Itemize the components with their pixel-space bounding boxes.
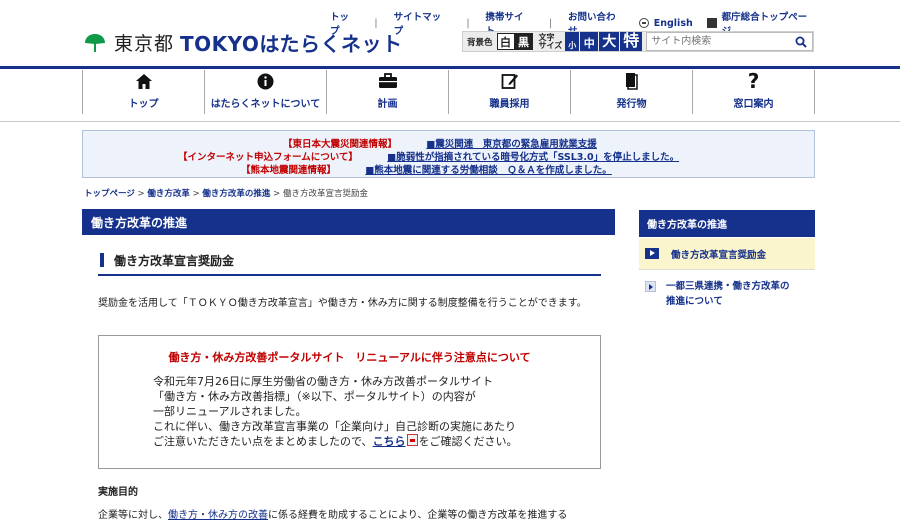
logo-gov-text: 東京都 [114, 33, 175, 55]
sub-heading-text: 働き方改革宣言奨励金 [114, 253, 235, 268]
portal-notice-title: 働き方・休み方改善ポータルサイト リニューアルに伴う注意点について [168, 351, 531, 364]
breadcrumb-l1[interactable]: 働き方改革 [147, 189, 190, 199]
pdf-icon [406, 434, 418, 446]
utility-link-english[interactable]: English [638, 17, 693, 29]
edit-icon [501, 71, 519, 91]
section-text: 企業等に対し、働き方・休み方の改善に係る経費を助成することにより、企業等の働き方… [98, 509, 567, 523]
side-nav-label: 推進について [666, 296, 723, 307]
page-heading: 働き方改革の推進 [82, 209, 615, 235]
nav-label: 計画 [377, 99, 398, 110]
nav-item-about[interactable]: はたらくネットについて [204, 70, 326, 114]
breadcrumb-home[interactable]: トップページ [84, 189, 135, 199]
portal-notice-line: ご注意いただきたい点をまとめましたので、こちら をご確認ください。 [153, 434, 518, 449]
nav-item-top[interactable]: トップ [82, 70, 204, 114]
side-nav-item-regional[interactable]: 一都三県連携・働き方改革の 推進について [639, 279, 815, 309]
accessibility-tools: 背景色 白 黒 文字 サイズ 小 中 大 特 [462, 31, 814, 52]
side-nav-item-current[interactable]: 働き方改革宣言奨励金 [639, 238, 815, 270]
font-size-small-button[interactable]: 小 [565, 32, 580, 51]
nav-item-recruit[interactable]: 職員採用 [448, 70, 570, 114]
arrow-right-icon [645, 281, 656, 292]
bg-black-button[interactable]: 黒 [514, 33, 533, 50]
bg-white-button[interactable]: 白 [496, 33, 515, 50]
side-nav-heading: 働き方改革の推進 [639, 210, 815, 237]
nav-label: 発行物 [616, 99, 647, 110]
search-icon [795, 36, 807, 48]
home-icon [135, 71, 153, 91]
font-size-medium-button[interactable]: 中 [580, 32, 599, 51]
nav-item-publications[interactable]: 発行物 [570, 70, 692, 114]
notice-link[interactable]: ■熊本地震に関連する労働相談 Ｑ＆Ａを作成しました。 [365, 165, 611, 176]
english-label: English [653, 17, 693, 29]
nav-label: 職員採用 [489, 99, 530, 110]
font-size-label: 文字 サイズ [537, 33, 565, 50]
notice-row: 【熊本地震関連情報】 ■熊本地震に関連する労働相談 Ｑ＆Ａを作成しました。 [241, 162, 612, 176]
breadcrumb-current: 働き方改革宣言奨励金 [282, 189, 368, 199]
nav-label: トップ [128, 99, 159, 110]
nav-item-counter[interactable]: ? 窓口案内 [692, 69, 815, 114]
main-nav: トップ はたらくネットについて 計画 職員採用 発行物 ? 窓口案内 [82, 69, 815, 114]
section-link[interactable]: 働き方・休み方の改善 [168, 510, 268, 521]
heading-bar [100, 253, 104, 267]
briefcase-icon [378, 71, 398, 91]
page: トップ | サイトマップ | 携帯サイト | お問い合わせ English 都庁… [0, 0, 900, 525]
portal-notice-box: 働き方・休み方改善ポータルサイト リニューアルに伴う注意点について 令和元年7月… [98, 335, 601, 469]
nav-label: 窓口案内 [733, 99, 774, 110]
notice-category: 【熊本地震関連情報】 [241, 165, 337, 176]
font-size-extra-button[interactable]: 特 [620, 31, 643, 51]
info-icon [257, 71, 274, 91]
separator: | [548, 17, 553, 29]
search-input[interactable] [647, 33, 790, 50]
portal-notice-body: 令和元年7月26日に厚生労働省の働き方・休み方改善ポータルサイト 「働き方・休み… [153, 374, 518, 449]
ginkgo-logo-icon [85, 33, 105, 52]
separator: | [466, 17, 470, 29]
font-size-label-line2: サイズ [538, 40, 563, 50]
here-link[interactable]: こちら [373, 435, 406, 448]
section-text-post: に係る経費を助成することにより、企業等の働き方改革を推進する [268, 510, 568, 521]
breadcrumb-sep: > [137, 189, 145, 199]
bg-color-label: 背景色 [467, 37, 493, 48]
sub-heading: 働き方改革宣言奨励金 [98, 252, 601, 276]
portal-notice-line: これに伴い、働き方改革宣言事業の「企業向け」自己診断の実施にあたり [153, 420, 516, 433]
portal-notice-line-pre: ご注意いただきたい点をまとめましたので、 [153, 435, 373, 448]
arrow-right-icon [645, 248, 659, 259]
header-rule [0, 66, 900, 69]
search-button[interactable] [790, 34, 812, 49]
section-text-pre: 企業等に対し、 [98, 510, 168, 521]
site-logo[interactable]: 東京都 TOKYOはたらくネット [84, 28, 403, 57]
site-search [646, 32, 813, 51]
breadcrumb: トップページ > 働き方改革 > 働き方改革の推進 > 働き方改革宣言奨励金 [84, 187, 368, 199]
nav-label: はたらくネットについて [210, 99, 321, 110]
book-icon [624, 71, 639, 91]
breadcrumb-sep: > [273, 189, 281, 199]
side-nav-label: 働き方改革宣言奨励金 [671, 249, 767, 261]
logo-site-name: TOKYOはたらくネット [180, 32, 403, 56]
nav-rule [0, 121, 900, 122]
nav-item-plan[interactable]: 計画 [326, 70, 448, 114]
portal-notice-line: 一部リニューアルされました。 [153, 405, 307, 418]
globe-icon [638, 18, 649, 28]
portal-notice-line: 令和元年7月26日に厚生労働省の働き方・休み方改善ポータルサイト [153, 375, 493, 388]
question-icon: ? [747, 69, 760, 93]
separator: | [374, 17, 378, 29]
breadcrumb-sep: > [192, 189, 200, 199]
notice-box: 【東日本大震災関連情報】 ■震災関連 東京都の緊急雇用就業支援 【インターネット… [82, 130, 815, 178]
breadcrumb-l2[interactable]: 働き方改革の推進 [202, 189, 270, 199]
section-heading: 実施目的 [98, 487, 138, 498]
portal-notice-line-post: をご確認ください。 [418, 435, 518, 448]
side-nav-label: 一都三県連携・働き方改革の [666, 281, 790, 292]
portal-notice-line: 「働き方・休み方改善指標」（※以下、ポータルサイト）の内容が [153, 390, 476, 403]
notice-row: 【インターネット申込フォームについて】 ■脆弱性が指摘されている暗号化方式「SS… [178, 149, 679, 163]
intro-text: 奨励金を活用して「ＴＯＫＹＯ働き方改革宣言」や働き方・休み方に関する制度整備を行… [98, 298, 587, 309]
notice-row: 【東日本大震災関連情報】 ■震災関連 東京都の緊急雇用就業支援 [283, 136, 597, 150]
building-icon [706, 18, 717, 28]
font-size-large-button[interactable]: 大 [599, 32, 620, 51]
